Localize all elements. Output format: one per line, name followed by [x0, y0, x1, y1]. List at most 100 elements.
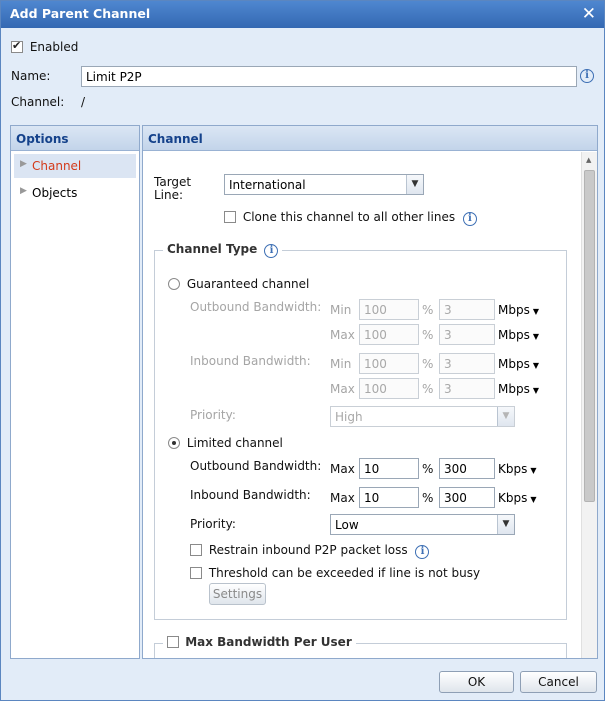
percent-sign: %	[422, 357, 434, 371]
l-in-pct-input[interactable]: 10	[359, 487, 419, 508]
max-bandwidth-legend-text: Max Bandwidth Per User	[185, 635, 352, 649]
percent-sign: %	[422, 328, 434, 342]
unit-text: Mbps	[498, 303, 530, 317]
limited-radio-row: Limited channel	[168, 436, 283, 450]
clone-row: Clone this channel to all other lines i	[224, 210, 477, 226]
value: 10	[364, 462, 380, 476]
name-input[interactable]: Limit P2P	[81, 66, 577, 87]
g-in-max-val-input[interactable]: 3	[439, 378, 495, 399]
g-in-max-pct-input[interactable]: 100	[359, 378, 419, 399]
l-in-val-input[interactable]: 300	[439, 487, 495, 508]
channel-label: Channel:	[11, 95, 65, 109]
cancel-button[interactable]: Cancel	[520, 671, 597, 693]
channel-path: /	[81, 95, 86, 109]
g-in-max-unit[interactable]: Mbps ▼	[498, 382, 539, 396]
enabled-checkbox[interactable]	[11, 39, 23, 53]
name-label: Name:	[11, 69, 51, 83]
guaranteed-outbound-label: Outbound Bandwidth:	[190, 300, 322, 314]
g-out-max-unit[interactable]: Mbps ▼	[498, 328, 539, 342]
enabled-row: Enabled	[11, 39, 79, 54]
name-input-value: Limit P2P	[86, 70, 142, 84]
ok-button[interactable]: OK	[439, 671, 514, 693]
value: 100	[364, 303, 387, 317]
target-line-value: International	[229, 178, 306, 192]
caret-down-icon: ▼	[532, 332, 539, 341]
restrain-row: Restrain inbound P2P packet loss i	[190, 543, 430, 559]
channel-type-legend-text: Channel Type	[167, 242, 258, 256]
channel-content: Target Line: International ▼ Clone this …	[143, 152, 597, 658]
channel-type-info-icon[interactable]: i	[264, 244, 279, 258]
target-line-select[interactable]: International ▼	[224, 174, 424, 195]
g-in-min-unit[interactable]: Mbps ▼	[498, 357, 539, 371]
l-out-val-input[interactable]: 300	[439, 458, 495, 479]
guaranteed-radio[interactable]	[168, 278, 180, 290]
value: 3	[444, 328, 452, 342]
title-bar[interactable]: Add Parent Channel ✕	[1, 1, 604, 28]
percent-sign: %	[422, 491, 434, 505]
threshold-checkbox[interactable]	[190, 567, 202, 579]
guaranteed-radio-row: Guaranteed channel	[168, 277, 309, 291]
dialog-title: Add Parent Channel	[10, 6, 151, 21]
restrain-info-icon[interactable]: i	[415, 545, 430, 559]
clone-info-icon[interactable]: i	[462, 212, 477, 226]
name-info-icon[interactable]: i	[580, 69, 594, 83]
g-out-min-val-input[interactable]: 3	[439, 299, 495, 320]
nav-item-label: Objects	[32, 186, 78, 200]
scroll-up-icon[interactable]: ▲	[586, 156, 591, 164]
channel-panel: Channel Target Line: International ▼ Clo…	[142, 125, 598, 659]
percent-sign: %	[422, 382, 434, 396]
guaranteed-priority-select[interactable]: High ▼	[330, 406, 515, 427]
add-parent-channel-dialog: Add Parent Channel ✕ Enabled Name: Limit…	[0, 0, 605, 701]
guaranteed-priority-value: High	[335, 410, 363, 424]
guaranteed-priority-label: Priority:	[190, 408, 236, 422]
g-out-min-unit[interactable]: Mbps ▼	[498, 303, 539, 317]
guaranteed-label: Guaranteed channel	[186, 277, 310, 291]
percent-sign: %	[422, 303, 434, 317]
g-out-max-pct-input[interactable]: 100	[359, 324, 419, 345]
g-in-min-val-input[interactable]: 3	[439, 353, 495, 374]
settings-button[interactable]: Settings	[209, 583, 266, 605]
unit-text: Kbps	[498, 491, 528, 505]
g-out-min-pct-input[interactable]: 100	[359, 299, 419, 320]
channel-scrollbar[interactable]: ▲	[581, 152, 597, 658]
restrain-checkbox[interactable]	[190, 544, 202, 556]
close-icon[interactable]: ✕	[582, 4, 596, 24]
unit-text: Mbps	[498, 357, 530, 371]
g-out-max-val-input[interactable]: 3	[439, 324, 495, 345]
options-panel-header: Options	[11, 126, 139, 151]
channel-type-legend: Channel Type i	[163, 242, 283, 258]
nav-item-channel[interactable]: ▶ Channel	[14, 154, 136, 178]
l-out-pct-input[interactable]: 10	[359, 458, 419, 479]
scroll-thumb[interactable]	[584, 170, 595, 502]
caret-down-icon: ▼	[532, 386, 539, 395]
target-line-label-2: Line:	[154, 188, 184, 202]
guaranteed-inbound-label: Inbound Bandwidth:	[190, 354, 311, 368]
chevron-down-icon[interactable]: ▼	[497, 515, 514, 534]
clone-label: Clone this channel to all other lines	[242, 210, 456, 224]
caret-down-icon: ▼	[530, 466, 537, 475]
max-bandwidth-checkbox[interactable]	[167, 636, 179, 648]
g-in-min-label: Min	[330, 357, 352, 371]
chevron-right-icon: ▶	[20, 186, 27, 196]
chevron-down-icon[interactable]: ▼	[406, 175, 423, 194]
limited-outbound-label: Outbound Bandwidth:	[190, 459, 322, 473]
g-in-min-pct-input[interactable]: 100	[359, 353, 419, 374]
value: 3	[444, 357, 452, 371]
g-out-max-label: Max	[330, 328, 355, 342]
enabled-label: Enabled	[29, 40, 79, 54]
max-bandwidth-legend: Max Bandwidth Per User	[163, 635, 356, 649]
value: 100	[364, 328, 387, 342]
limited-priority-select[interactable]: Low ▼	[330, 514, 515, 535]
chevron-down-icon[interactable]: ▼	[497, 407, 514, 426]
limited-radio[interactable]	[168, 437, 180, 449]
nav-item-label: Channel	[32, 159, 82, 173]
threshold-label: Threshold can be exceeded if line is not…	[208, 566, 481, 580]
clone-checkbox[interactable]	[224, 211, 236, 223]
l-out-unit[interactable]: Kbps ▼	[498, 462, 537, 476]
limited-priority-label: Priority:	[190, 517, 236, 531]
l-in-unit[interactable]: Kbps ▼	[498, 491, 537, 505]
l-out-max-label: Max	[330, 462, 355, 476]
caret-down-icon: ▼	[530, 495, 537, 504]
nav-item-objects[interactable]: ▶ Objects	[14, 181, 136, 205]
value: 3	[444, 303, 452, 317]
